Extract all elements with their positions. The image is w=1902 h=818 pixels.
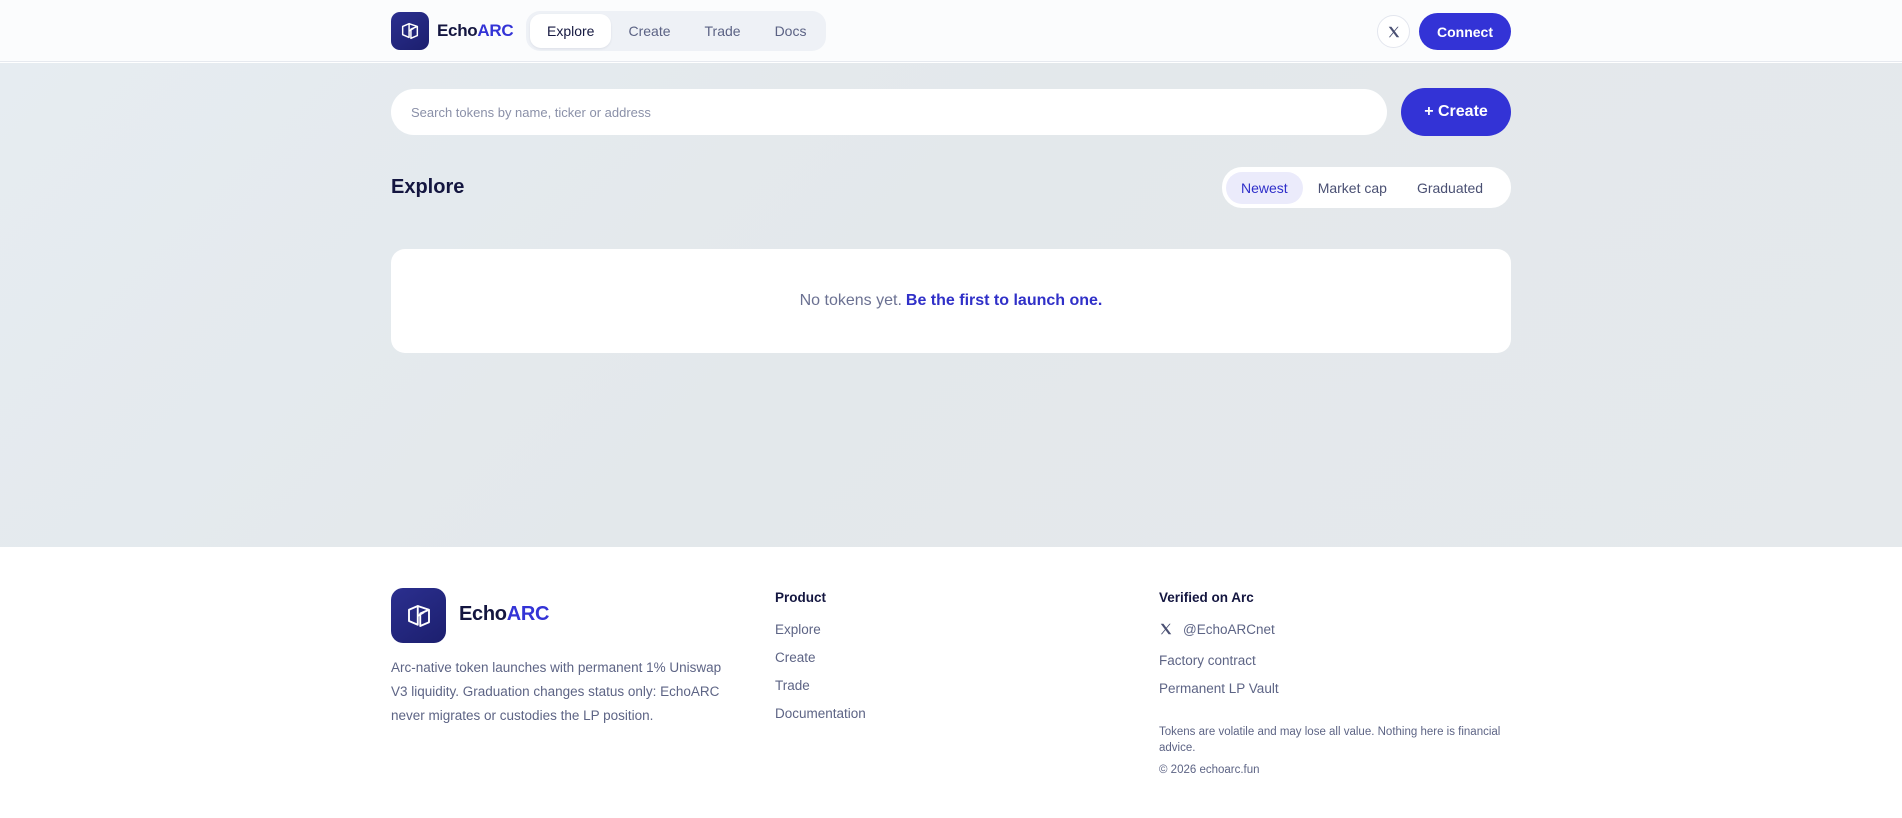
brand-prefix: Echo	[437, 21, 478, 40]
footer-link-create[interactable]: Create	[775, 650, 816, 665]
sort-graduated[interactable]: Graduated	[1402, 172, 1498, 204]
nav-create[interactable]: Create	[611, 14, 687, 48]
footer-link-explore[interactable]: Explore	[775, 622, 821, 637]
brand-accent: ARC	[477, 21, 514, 40]
create-token-button[interactable]: + Create	[1401, 88, 1511, 136]
footer-link-trade[interactable]: Trade	[775, 678, 810, 693]
nav-trade[interactable]: Trade	[688, 14, 758, 48]
connect-wallet-button[interactable]: Connect	[1419, 13, 1511, 50]
x-social-button[interactable]	[1377, 15, 1410, 48]
footer-brand-prefix: Echo	[459, 603, 507, 625]
footer	[0, 547, 1902, 818]
x-social-icon	[1388, 26, 1399, 37]
page-title: Explore	[391, 176, 465, 198]
top-navigation-bar	[0, 0, 1902, 62]
sort-tabs: Newest Market cap Graduated	[1222, 167, 1511, 208]
empty-token-list: No tokens yet. Be the first to launch on…	[391, 249, 1511, 353]
footer-x-handle-link[interactable]: @EchoARCnet	[1183, 622, 1275, 637]
risk-disclaimer: Tokens are volatile and may lose all val…	[1159, 726, 1501, 754]
verified-heading: Verified on Arc	[1159, 590, 1254, 605]
sort-newest[interactable]: Newest	[1226, 171, 1303, 204]
launch-first-link[interactable]: Be the first to launch one.	[906, 292, 1102, 310]
sort-market-cap[interactable]: Market cap	[1303, 172, 1402, 204]
footer-brand-name: EchoARC	[459, 603, 549, 626]
copyright: © 2026 echoarc.fun	[1159, 764, 1260, 776]
footer-x-icon	[1160, 623, 1172, 635]
footer-brand-accent: ARC	[506, 603, 550, 625]
footer-link-documentation[interactable]: Documentation	[775, 706, 866, 721]
nav-docs[interactable]: Docs	[758, 14, 824, 48]
echoarc-logo-icon[interactable]	[391, 12, 429, 50]
factory-contract-link[interactable]: Factory contract	[1159, 653, 1256, 668]
brand-name[interactable]: EchoARC	[437, 21, 514, 41]
product-heading: Product	[775, 590, 827, 605]
footer-echoarc-logo-icon	[391, 588, 446, 643]
empty-message: No tokens yet.	[799, 292, 902, 309]
nav-explore[interactable]: Explore	[530, 14, 612, 48]
lp-vault-link[interactable]: Permanent LP Vault	[1159, 681, 1279, 696]
main-nav: Explore Create Trade Docs	[526, 11, 826, 51]
footer-description: Arc-native token launches with permanent…	[391, 660, 722, 723]
search-input[interactable]	[391, 89, 1387, 135]
